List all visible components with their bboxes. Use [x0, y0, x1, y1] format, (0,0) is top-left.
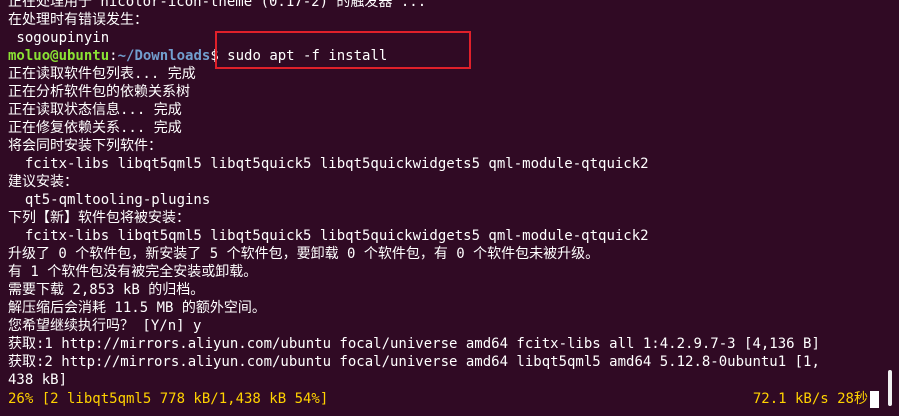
download-status-line: 26% [2 libqt5qml5 778 kB/1,438 kB 54%] 7… — [8, 390, 879, 408]
output-line: 438 kB] — [8, 372, 68, 388]
prompt-symbol: $ — [210, 48, 228, 64]
output-line: fcitx-libs libqt5qml5 libqt5quick5 libqt… — [8, 156, 649, 172]
prompt-separator: : — [109, 48, 118, 64]
output-line: 在处理时有错误发生： — [8, 12, 148, 28]
output-line: fcitx-libs libqt5qml5 libqt5quick5 libqt… — [8, 228, 649, 244]
download-speed: 72.1 kB/s — [752, 391, 829, 407]
command-text: sudo apt -f install — [227, 48, 388, 64]
output-line: 正在读取软件包列表... 完成 — [8, 66, 196, 82]
output-line: 下列【新】软件包将被安装： — [8, 210, 190, 226]
output-line: 解压缩后会消耗 11.5 MB 的额外空间。 — [8, 300, 266, 316]
output-line: 需要下载 2,853 kB 的归档。 — [8, 282, 205, 298]
prompt-path: ~/Downloads — [117, 48, 211, 64]
download-eta: 28秒 — [828, 391, 868, 407]
scrollbar-thumb[interactable] — [888, 370, 892, 406]
output-line: 有 1 个软件包没有被完全安装或卸载。 — [8, 264, 258, 280]
terminal-output: 正在处理用于 hicolor-icon-theme (0.17-2) 的触发器 … — [8, 0, 881, 389]
output-line: qt5-qmltooling-plugins — [8, 192, 211, 208]
download-progress: 26% [2 libqt5qml5 778 kB/1,438 kB 54%] — [8, 391, 329, 407]
output-line: 正在分析软件包的依赖关系树 — [8, 84, 190, 100]
prompt-line: moluo@ubuntu:~/Downloads$ sudo apt -f in… — [8, 47, 881, 65]
output-line: 升级了 0 个软件包，新安装了 5 个软件包，要卸载 0 个软件包，有 0 个软… — [8, 246, 600, 262]
text-cursor — [870, 390, 879, 408]
prompt-user-host: moluo@ubuntu — [8, 48, 110, 64]
terminal-scrollbar[interactable] — [887, 0, 895, 416]
output-line: 正在读取状态信息... 完成 — [8, 102, 182, 118]
output-line: sogoupinyin — [8, 30, 110, 46]
output-line: 您希望继续执行吗？ [Y/n] y — [8, 318, 202, 334]
output-line: 获取:1 http://mirrors.aliyun.com/ubuntu fo… — [8, 336, 820, 352]
output-line: 正在修复依赖关系... 完成 — [8, 120, 182, 136]
output-line: 正在处理用于 hicolor-icon-theme (0.17-2) 的触发器 … — [8, 0, 427, 10]
output-line: 建议安装： — [8, 174, 78, 190]
output-line: 获取:2 http://mirrors.aliyun.com/ubuntu fo… — [8, 354, 820, 370]
terminal-window[interactable]: 正在处理用于 hicolor-icon-theme (0.17-2) 的触发器 … — [0, 0, 899, 416]
output-line: 将会同时安装下列软件： — [8, 138, 162, 154]
